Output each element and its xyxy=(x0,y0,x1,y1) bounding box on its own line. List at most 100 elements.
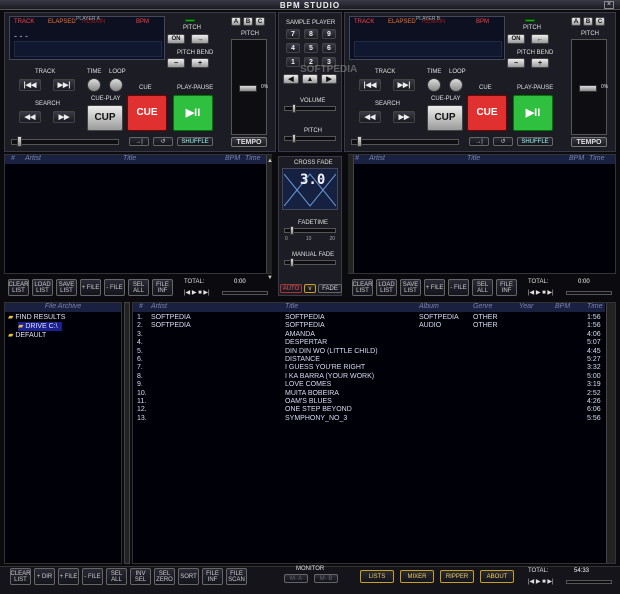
pitch-bend-minus[interactable]: − xyxy=(167,58,185,68)
playlist-transport[interactable]: |◀ ▶ ■ ▶| xyxy=(528,289,554,296)
bottom-btn--dir[interactable]: + DIR xyxy=(34,568,55,585)
cue-button[interactable]: CUE xyxy=(127,95,167,131)
play-pause-button[interactable]: ▶II xyxy=(173,95,213,131)
col-num[interactable]: # xyxy=(355,155,359,162)
pitch-bend-plus[interactable]: + xyxy=(191,58,209,68)
bottom-progress[interactable] xyxy=(566,580,612,584)
prev-track-button[interactable]: |◀◀ xyxy=(359,79,381,91)
rcol-year[interactable]: Year xyxy=(519,303,533,310)
pitch-on-button[interactable]: ON xyxy=(507,34,525,44)
sample-up-button[interactable]: ◀ xyxy=(283,74,299,84)
sample-pad-7[interactable]: 7 xyxy=(286,29,300,39)
next-track-button[interactable]: ▶▶| xyxy=(53,79,75,91)
playlist-btn-clear-list[interactable]: CLEAR LIST xyxy=(8,279,29,296)
bottom-btn-clear-list[interactable]: CLEAR LIST xyxy=(10,568,31,585)
playlist-btn--file[interactable]: + FILE xyxy=(424,279,445,296)
result-row[interactable]: 1. SOFTPEDIA SOFTPEDIA SOFTPEDIA OTHER 1:56 xyxy=(133,314,605,322)
fast-forward-button[interactable]: ▶▶ xyxy=(393,111,415,123)
file-archive[interactable] xyxy=(4,302,122,564)
sample-pad-1[interactable]: 1 xyxy=(286,57,300,67)
playlist-btn-file-inf[interactable]: FILE INF xyxy=(152,279,173,296)
sample-down-button[interactable]: ▶ xyxy=(321,74,337,84)
result-row[interactable]: 8. I KA BARRA (YOUR WORK) 5:00 xyxy=(133,373,605,381)
playlist-b[interactable] xyxy=(348,154,616,274)
playlist-btn-sel-all[interactable]: SEL ALL xyxy=(128,279,149,296)
sample-pad-5[interactable]: 5 xyxy=(304,43,318,53)
waveform-area[interactable] xyxy=(354,41,502,57)
pitch-bend-minus[interactable]: − xyxy=(507,58,525,68)
col-time[interactable]: Time xyxy=(589,155,605,162)
rewind-button[interactable]: ◀◀ xyxy=(19,111,41,123)
result-row[interactable]: 9. LOVE COMES 3:19 xyxy=(133,381,605,389)
col-artist[interactable]: Artist xyxy=(369,155,385,162)
col-bpm[interactable]: BPM xyxy=(569,155,584,162)
playlist-btn-load-list[interactable]: LOAD LIST xyxy=(32,279,53,296)
playlist-progress[interactable] xyxy=(566,291,612,295)
result-row[interactable]: 10. MUITA BOBEIRA 2:52 xyxy=(133,390,605,398)
time-knob[interactable] xyxy=(427,78,441,92)
playlist-btn-file-inf[interactable]: FILE INF xyxy=(496,279,517,296)
next-track-button[interactable]: ▶▶| xyxy=(393,79,415,91)
bottom-btn--file[interactable]: - FILE xyxy=(82,568,103,585)
sample-pad-8[interactable]: 8 xyxy=(304,29,318,39)
playlist-btn--file[interactable]: - FILE xyxy=(448,279,469,296)
cup-button[interactable]: CUP xyxy=(427,105,463,131)
play-pause-button[interactable]: ▶II xyxy=(513,95,553,131)
cue-button[interactable]: CUE xyxy=(467,95,507,131)
bank-b-button[interactable]: B xyxy=(243,17,253,26)
position-knob[interactable] xyxy=(17,136,22,147)
volume-knob[interactable] xyxy=(292,104,296,113)
col-time[interactable]: Time xyxy=(245,155,261,162)
shuffle-button[interactable]: SHUFFLE xyxy=(177,137,213,146)
rewind-button[interactable]: ◀◀ xyxy=(359,111,381,123)
archive-item[interactable]: ▰ FIND RESULTS xyxy=(8,313,69,322)
fade-down-button[interactable]: ∨ xyxy=(304,284,316,293)
pitch-arrow-button[interactable]: → xyxy=(191,34,209,44)
archive-item[interactable]: ▰ DRIVE C:\ xyxy=(18,322,62,331)
result-row[interactable]: 6. DISTANCE 5:27 xyxy=(133,356,605,364)
nav-lists-button[interactable]: LISTS xyxy=(360,570,394,583)
bank-a-button[interactable]: A xyxy=(571,17,581,26)
shuffle-button[interactable]: SHUFFLE xyxy=(517,137,553,146)
pitch-arrow-button[interactable]: ← xyxy=(531,34,549,44)
sample-pad-6[interactable]: 6 xyxy=(322,43,336,53)
monitor-a-button[interactable]: M- A xyxy=(284,574,308,583)
result-row[interactable]: 11. OAM'S BLUES 4:26 xyxy=(133,398,605,406)
sample-pad-4[interactable]: 4 xyxy=(286,43,300,53)
playlist-btn-sel-all[interactable]: SEL ALL xyxy=(472,279,493,296)
close-icon[interactable]: × xyxy=(604,1,614,9)
archive-item[interactable]: ▰ DEFAULT xyxy=(8,331,50,340)
playlist-progress[interactable] xyxy=(222,291,268,295)
playlist-a-scrollbar[interactable] xyxy=(266,155,272,273)
waveform-area[interactable] xyxy=(14,41,162,57)
skip-button[interactable]: →| xyxy=(469,137,489,146)
result-row[interactable]: 2. SOFTPEDIA SOFTPEDIA AUDIO OTHER 1:56 xyxy=(133,322,605,330)
rcol-album[interactable]: Album xyxy=(419,303,439,310)
bank-b-button[interactable]: B xyxy=(583,17,593,26)
pitch-fader-knob[interactable] xyxy=(579,85,597,92)
fast-forward-button[interactable]: ▶▶ xyxy=(53,111,75,123)
rcol-bpm[interactable]: BPM xyxy=(555,303,570,310)
archive-scrollbar[interactable] xyxy=(124,302,130,564)
result-row[interactable]: 13. SYMPHONY_NO_3 5:56 xyxy=(133,415,605,423)
col-artist[interactable]: Artist xyxy=(25,155,41,162)
playlist-btn-load-list[interactable]: LOAD LIST xyxy=(376,279,397,296)
playlist-btn-save-list[interactable]: SAVE LIST xyxy=(400,279,421,296)
result-row[interactable]: 4. DESPERTAR 5:07 xyxy=(133,339,605,347)
bottom-btn--file[interactable]: + FILE xyxy=(58,568,79,585)
bank-a-button[interactable]: A xyxy=(231,17,241,26)
playlist-b-scrollbar[interactable] xyxy=(348,155,354,273)
pitch-fader-knob[interactable] xyxy=(239,85,257,92)
playlist-btn-save-list[interactable]: SAVE LIST xyxy=(56,279,77,296)
loop-button[interactable]: ↺ xyxy=(153,137,173,146)
monitor-b-button[interactable]: M- B xyxy=(314,574,338,583)
manual-fade-knob[interactable] xyxy=(290,258,294,267)
playlist-btn--file[interactable]: - FILE xyxy=(104,279,125,296)
bottom-transport[interactable]: |◀ ▶ ■ ▶| xyxy=(528,578,554,585)
rcol-time[interactable]: Time xyxy=(587,303,603,310)
tempo-button[interactable]: TEMPO xyxy=(571,137,607,147)
result-row[interactable]: 5. DIN DIN WO (LITTLE CHILD) 4:45 xyxy=(133,348,605,356)
rcol-genre[interactable]: Genre xyxy=(473,303,492,310)
skip-button[interactable]: →| xyxy=(129,137,149,146)
nav-mixer-button[interactable]: MIXER xyxy=(400,570,434,583)
